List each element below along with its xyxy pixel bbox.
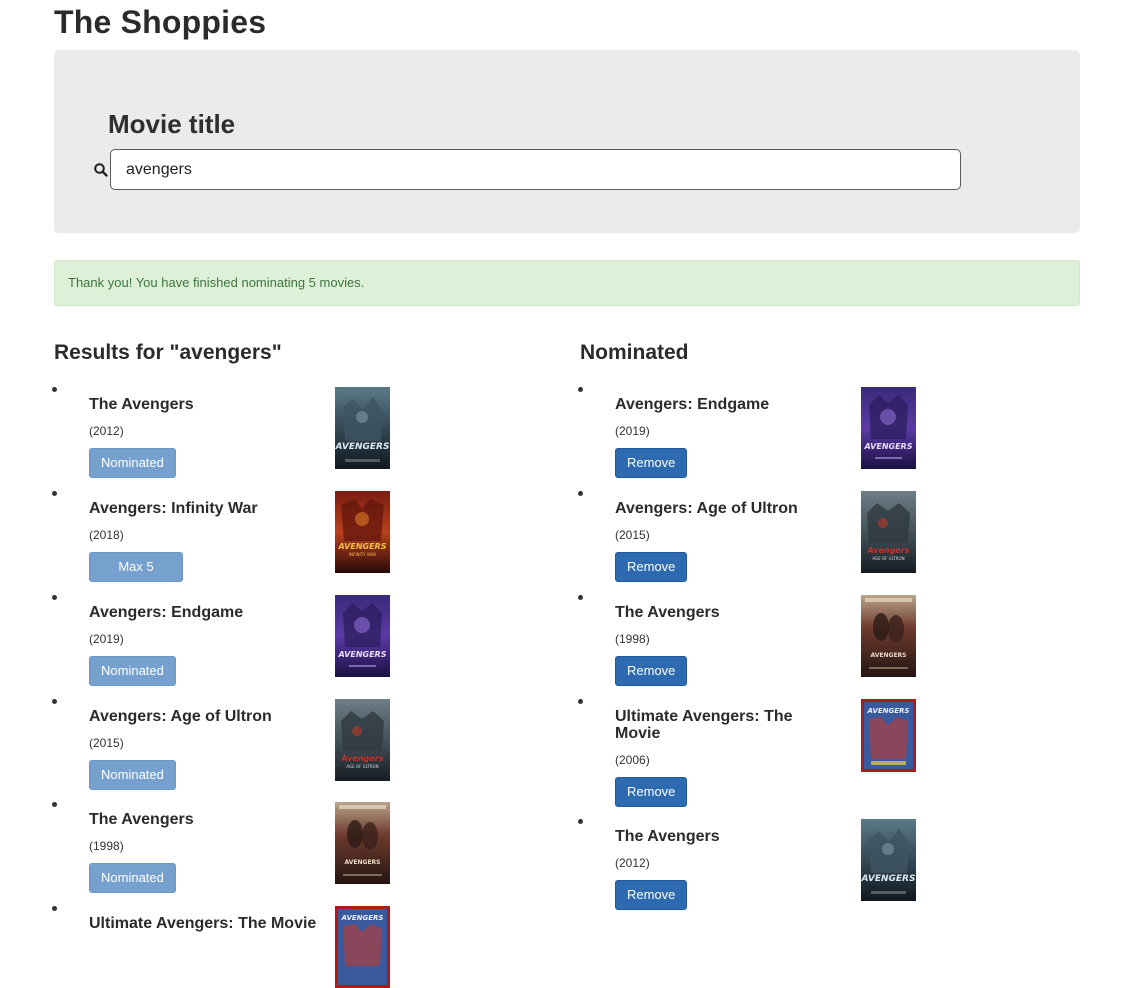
movie-poster: AVENGERS bbox=[861, 819, 916, 901]
movie-title: Ultimate Avengers: The Movie bbox=[89, 915, 317, 932]
svg-text:AGE OF ULTRON: AGE OF ULTRON bbox=[872, 556, 904, 561]
list-bullet bbox=[52, 699, 57, 704]
movie-year: (2015) bbox=[89, 736, 124, 750]
movie-year: (2019) bbox=[89, 632, 124, 646]
movie-title: Ultimate Avengers: The Movie bbox=[615, 708, 793, 742]
svg-text:Avengers: Avengers bbox=[341, 754, 384, 763]
svg-text:AVENGERS: AVENGERS bbox=[341, 914, 384, 922]
movie-title: Avengers: Endgame bbox=[89, 604, 244, 621]
search-input[interactable] bbox=[110, 149, 961, 190]
list-bullet bbox=[578, 819, 583, 824]
success-alert: Thank you! You have finished nominating … bbox=[54, 260, 1080, 306]
movie-title: Avengers: Infinity War bbox=[89, 500, 258, 517]
movie-poster: AVENGERS bbox=[861, 595, 916, 677]
nominated-heading: Nominated bbox=[580, 341, 689, 364]
search-icon bbox=[94, 163, 108, 177]
movie-poster: AVENGERS bbox=[335, 906, 390, 988]
movie-title: The Avengers bbox=[615, 828, 720, 845]
svg-text:AVENGERS: AVENGERS bbox=[867, 707, 910, 715]
nominated-button[interactable]: Nominated bbox=[89, 760, 176, 790]
movie-year: (2018) bbox=[89, 528, 124, 542]
svg-text:AVENGERS: AVENGERS bbox=[861, 874, 915, 884]
search-label: Movie title bbox=[108, 109, 236, 139]
list-bullet bbox=[52, 802, 57, 807]
svg-text:INFINITY WAR: INFINITY WAR bbox=[349, 552, 376, 557]
list-bullet bbox=[52, 491, 57, 496]
movie-year: (2015) bbox=[615, 528, 650, 542]
svg-text:AGE OF ULTRON: AGE OF ULTRON bbox=[346, 764, 378, 769]
movie-year: (2012) bbox=[615, 856, 650, 870]
svg-text:AVENGERS: AVENGERS bbox=[345, 859, 381, 866]
remove-button[interactable]: Remove bbox=[615, 552, 688, 582]
list-bullet bbox=[578, 699, 583, 704]
svg-text:AVENGERS: AVENGERS bbox=[338, 542, 387, 551]
movie-poster: AVENGERS bbox=[861, 387, 916, 469]
movie-title: The Avengers bbox=[615, 604, 720, 621]
movie-title: Avengers: Endgame bbox=[615, 396, 770, 413]
movie-poster: Avengers AGE OF ULTRON bbox=[861, 491, 916, 573]
app-title: The Shoppies bbox=[54, 4, 267, 40]
results-heading: Results for "avengers" bbox=[54, 341, 282, 364]
svg-text:AVENGERS: AVENGERS bbox=[871, 652, 907, 659]
nominated-button[interactable]: Nominated bbox=[89, 656, 176, 686]
search-panel: Movie title bbox=[54, 50, 1080, 233]
movie-poster: AVENGERS bbox=[335, 387, 390, 469]
svg-text:AVENGERS: AVENGERS bbox=[335, 442, 389, 452]
remove-button[interactable]: Remove bbox=[615, 448, 688, 478]
svg-text:AVENGERS: AVENGERS bbox=[864, 442, 913, 451]
movie-year: (2019) bbox=[615, 424, 650, 438]
remove-button[interactable]: Remove bbox=[615, 777, 688, 807]
list-bullet bbox=[578, 387, 583, 392]
list-bullet bbox=[578, 595, 583, 600]
nominated-button[interactable]: Nominated bbox=[89, 448, 176, 478]
list-bullet bbox=[52, 906, 57, 911]
list-bullet bbox=[578, 491, 583, 496]
movie-title: The Avengers bbox=[89, 811, 194, 828]
max-nominations-button[interactable]: Max 5 nominations bbox=[89, 552, 184, 602]
movie-title: The Avengers bbox=[89, 396, 194, 413]
movie-poster: AVENGERS bbox=[335, 802, 390, 884]
list-bullet bbox=[52, 387, 57, 392]
nominated-button[interactable]: Nominated bbox=[89, 863, 176, 893]
svg-text:AVENGERS: AVENGERS bbox=[338, 650, 387, 659]
movie-year: (1998) bbox=[615, 632, 650, 646]
movie-poster: AVENGERS bbox=[335, 595, 390, 677]
movie-title: Avengers: Age of Ultron bbox=[615, 500, 798, 517]
remove-button[interactable]: Remove bbox=[615, 656, 688, 686]
list-bullet bbox=[52, 595, 57, 600]
movie-year: (2006) bbox=[615, 753, 650, 767]
movie-year: (2012) bbox=[89, 424, 124, 438]
movie-poster: AVENGERS INFINITY WAR bbox=[335, 491, 390, 573]
movie-title: Avengers: Age of Ultron bbox=[89, 708, 272, 725]
movie-poster: Avengers AGE OF ULTRON bbox=[335, 699, 390, 781]
movie-year: (1998) bbox=[89, 839, 124, 853]
remove-button[interactable]: Remove bbox=[615, 880, 688, 910]
movie-poster: AVENGERS bbox=[861, 699, 916, 772]
svg-text:Avengers: Avengers bbox=[867, 546, 910, 555]
